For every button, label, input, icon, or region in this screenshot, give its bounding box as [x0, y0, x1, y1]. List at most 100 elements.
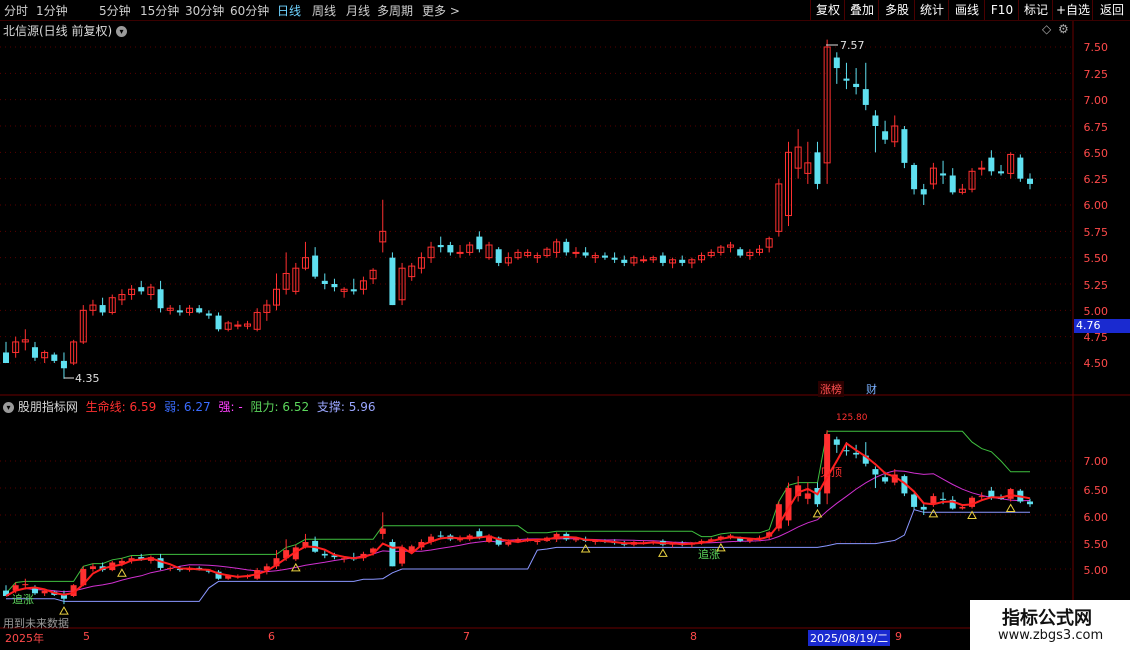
candle-body	[911, 164, 918, 190]
support-value: 支撑: 5.96	[316, 400, 376, 414]
price-tick: 5.50	[1083, 252, 1109, 265]
zhangbang-badge[interactable]: 涨榜	[818, 381, 844, 397]
tab-more[interactable]: 更多 >	[422, 2, 460, 19]
indicator-candle-body	[940, 498, 947, 500]
candle-body	[495, 249, 502, 263]
current-price-tag: 4.76	[1074, 319, 1130, 333]
settings-diamond-icon[interactable]: ◇	[1042, 22, 1051, 36]
indicator-candle-body	[833, 439, 840, 445]
stock-title: 北信源(日线 前复权) ▾	[3, 22, 128, 39]
tab-fenshi[interactable]: 分时	[4, 2, 28, 19]
f10-button[interactable]: F10	[984, 0, 1019, 20]
indicator-candle-body	[379, 528, 386, 534]
indicator-tick: 6.00	[1083, 511, 1109, 524]
candle-body	[920, 189, 927, 195]
indicator-tick: 7.00	[1083, 455, 1109, 468]
candle-body	[853, 83, 860, 88]
top-signal: 见顶	[820, 466, 842, 479]
indicator-candle-body	[920, 506, 927, 510]
draw-line-button[interactable]: 画线	[948, 0, 985, 20]
candle-body	[621, 259, 628, 263]
candle-body	[572, 251, 580, 254]
price-tick: 6.00	[1083, 199, 1109, 212]
mark-button[interactable]: 标记	[1018, 0, 1053, 20]
chevron-down-icon[interactable]: ▾	[3, 402, 14, 413]
candle-body	[659, 255, 666, 263]
indicator-candle-body	[843, 450, 850, 452]
indicator-candle-body	[959, 506, 966, 509]
candle-body	[679, 259, 686, 263]
high-price-marker: 7.57	[840, 39, 865, 52]
candle-body	[901, 129, 908, 163]
tab-multi-period[interactable]: 多周期	[377, 2, 413, 19]
candle-body	[99, 305, 106, 313]
candle-body	[60, 360, 67, 369]
date-year: 2025年	[5, 632, 44, 645]
candle-body	[882, 131, 889, 140]
indicator-tick: 5.50	[1083, 538, 1109, 551]
cursor-date: 2025/08/19/二	[808, 630, 891, 646]
candle-body	[331, 284, 338, 288]
candle-body	[176, 310, 183, 313]
date-month-6: 6	[268, 630, 275, 643]
candle-body	[843, 78, 850, 81]
future-data-note: 用到未来数据	[3, 617, 69, 630]
strong-value: 强: -	[218, 400, 243, 414]
indicator-candle-body	[167, 567, 174, 569]
indicator-candle-body	[572, 539, 579, 541]
candle-body	[582, 252, 589, 256]
price-tick: 6.75	[1083, 121, 1109, 134]
indicator-candle-body	[341, 558, 348, 560]
kline-chart[interactable]	[0, 0, 1130, 650]
fuquan-button[interactable]: 复权	[810, 0, 845, 20]
date-month-5: 5	[83, 630, 90, 643]
indicator-candle-body	[853, 452, 860, 455]
strong-line	[5, 470, 1031, 597]
chevron-down-icon[interactable]: ▾	[116, 26, 128, 37]
candle-body	[321, 280, 328, 284]
candle-body	[814, 152, 821, 184]
indicator-header: ▾ 股朋指标网 生命线: 6.59 弱: 6.27 强: - 阻力: 6.52 …	[3, 398, 376, 415]
indicator-candle-body	[505, 542, 512, 545]
tab-daily[interactable]: 日线	[277, 2, 301, 19]
multi-stock-button[interactable]: 多股	[878, 0, 915, 20]
price-tick: 7.50	[1083, 41, 1109, 54]
stats-button[interactable]: 统计	[914, 0, 949, 20]
indicator-name[interactable]: 股朋指标网	[18, 400, 78, 414]
period-toolbar: 分时 1分钟 5分钟 15分钟 30分钟 60分钟 日线 周线 月线 多周期 更…	[0, 0, 1130, 21]
candle-body	[205, 313, 212, 316]
finance-badge[interactable]: 财	[866, 381, 877, 397]
indicator-candle-body	[911, 494, 918, 507]
tab-15min[interactable]: 15分钟	[140, 2, 179, 19]
buy-triangle-icon	[1005, 503, 1016, 512]
candle-body	[940, 173, 947, 176]
buy-triangle-icon	[117, 568, 127, 577]
candle-body	[833, 57, 840, 69]
candle-body	[157, 289, 164, 309]
buy-triangle-icon	[580, 543, 591, 553]
indicator-candle-body	[1007, 489, 1014, 499]
tab-monthly[interactable]: 月线	[346, 2, 370, 19]
peak-label: 125.80	[836, 413, 868, 423]
date-month-7: 7	[463, 630, 470, 643]
add-watchlist-button[interactable]: +自选	[1052, 0, 1093, 20]
back-button[interactable]: 返回	[1092, 0, 1130, 20]
tab-60min[interactable]: 60分钟	[230, 2, 269, 19]
chase-signal: 追涨	[12, 593, 34, 606]
indicator-candle-body	[457, 539, 464, 541]
tab-30min[interactable]: 30分钟	[185, 2, 224, 19]
candle-body	[437, 245, 444, 248]
overlay-button[interactable]: 叠加	[844, 0, 879, 20]
candle-body	[737, 249, 744, 256]
indicator-candle-body	[872, 469, 879, 475]
tab-5min[interactable]: 5分钟	[99, 2, 131, 19]
settings-gear-icon[interactable]: ⚙	[1058, 22, 1069, 36]
candle-body	[456, 251, 464, 254]
price-tick: 7.00	[1083, 94, 1109, 107]
tab-weekly[interactable]: 周线	[312, 2, 336, 19]
watermark-url: www.zbgs3.com	[998, 628, 1104, 643]
stock-title-text: 北信源(日线 前复权)	[3, 24, 113, 38]
tab-1min[interactable]: 1分钟	[36, 2, 68, 19]
buy-triangle-icon	[658, 548, 668, 557]
candle-body	[476, 236, 483, 250]
